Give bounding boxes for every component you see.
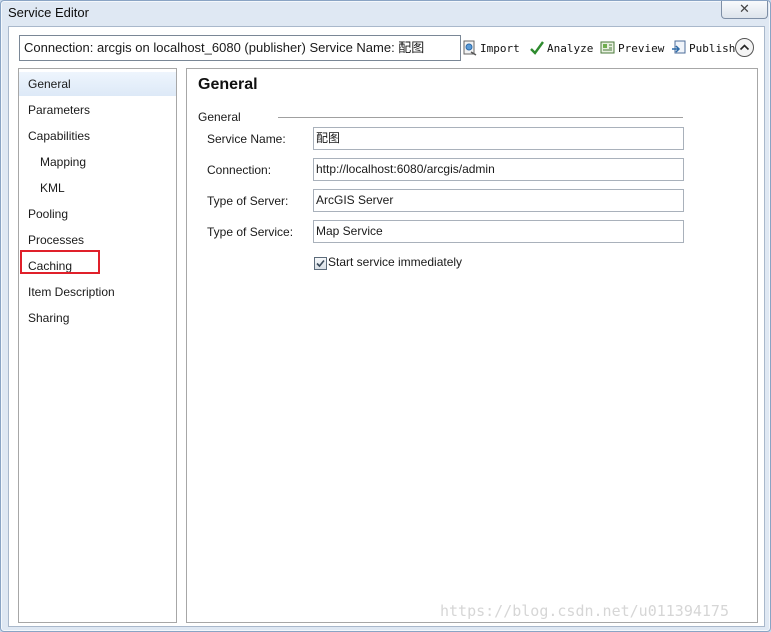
sidebar-item-general[interactable]: General: [19, 72, 176, 96]
preview-icon: [600, 41, 615, 54]
service-name-field[interactable]: 配图: [313, 127, 684, 150]
sidebar-item-label: Sharing: [28, 311, 70, 325]
sidebar-item-label: Processes: [28, 233, 85, 247]
import-label: Import: [480, 41, 520, 55]
sidebar-item-pooling[interactable]: Pooling: [19, 202, 176, 226]
connection-info-box: Connection: arcgis on localhost_6080 (pu…: [19, 35, 461, 61]
checkmark-icon: [316, 259, 325, 268]
service-type-field[interactable]: Map Service: [313, 220, 684, 243]
analyze-button[interactable]: Analyze: [529, 39, 593, 57]
watermark-url: https://blog.csdn.net/u011394175: [440, 602, 729, 620]
service-editor-window: Service Editor ✕ Connection: arcgis on l…: [0, 0, 771, 632]
connection-label: Connection:: [207, 163, 272, 177]
import-button[interactable]: Import: [462, 39, 520, 57]
analyze-label: Analyze: [547, 41, 594, 55]
group-divider: [278, 117, 683, 118]
server-type-label: Type of Server:: [207, 194, 289, 208]
analyze-checkmark-icon: [530, 41, 544, 55]
publish-icon: [672, 40, 686, 54]
sidebar-item-label: Pooling: [28, 207, 69, 221]
sidebar-item-parameters[interactable]: Parameters: [19, 98, 176, 122]
collapse-chevron-up-icon: [739, 44, 750, 51]
sidebar-item-kml[interactable]: KML: [19, 176, 176, 200]
preview-button[interactable]: Preview: [600, 39, 664, 57]
service-name-label: Service Name:: [207, 132, 286, 146]
publish-button[interactable]: Publish: [671, 39, 735, 57]
server-type-field[interactable]: ArcGIS Server: [313, 189, 684, 212]
service-type-label: Type of Service:: [207, 225, 294, 239]
sidebar-item-label: Parameters: [28, 103, 91, 117]
window-title: Service Editor: [8, 5, 89, 20]
sidebar-item-mapping[interactable]: Mapping: [19, 150, 176, 174]
sidebar-item-sharing[interactable]: Sharing: [19, 306, 176, 330]
connection-field[interactable]: http://localhost:6080/arcgis/admin: [313, 158, 684, 181]
sidebar-item-label: General: [28, 77, 71, 91]
caching-highlight-annotation: [20, 250, 100, 274]
settings-sidebar: General Parameters Capabilities Mapping …: [18, 68, 177, 623]
close-button[interactable]: ✕: [721, 1, 768, 19]
sidebar-item-label: Mapping: [40, 155, 87, 169]
publish-label: Publish: [689, 41, 736, 55]
sidebar-item-processes[interactable]: Processes: [19, 228, 176, 252]
group-label-general: General: [198, 110, 241, 124]
preview-label: Preview: [618, 41, 665, 55]
page-title: General: [198, 76, 258, 93]
editor-client-area: Connection: arcgis on localhost_6080 (pu…: [8, 26, 765, 627]
title-bar[interactable]: Service Editor ✕: [1, 1, 770, 23]
sidebar-item-label: KML: [40, 181, 65, 195]
import-icon: [463, 40, 477, 56]
sidebar-item-capabilities[interactable]: Capabilities: [19, 124, 176, 148]
sidebar-item-item-description[interactable]: Item Description: [19, 280, 176, 304]
start-service-checkbox[interactable]: [314, 257, 327, 270]
start-service-label: Start service immediately: [328, 255, 463, 269]
sidebar-item-label: Item Description: [28, 285, 115, 299]
close-icon: ✕: [739, 1, 750, 16]
sidebar-item-label: Capabilities: [28, 129, 91, 143]
collapse-button[interactable]: [735, 38, 754, 57]
general-settings-panel: General General Service Name: 配图 Connect…: [186, 68, 758, 623]
